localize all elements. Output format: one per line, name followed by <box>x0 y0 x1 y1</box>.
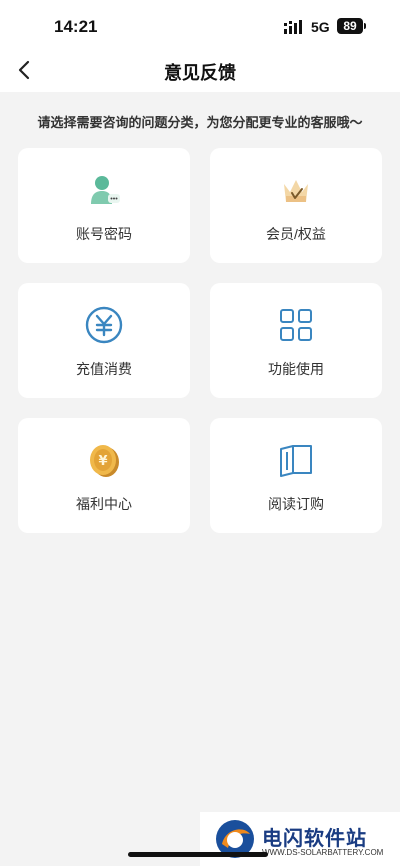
battery-tip <box>364 23 366 29</box>
category-label: 福利中心 <box>76 496 132 512</box>
category-card-recharge[interactable]: 充值消费 <box>18 283 190 398</box>
home-indicator[interactable] <box>128 852 268 857</box>
category-card-account[interactable]: 账号密码 <box>18 148 190 263</box>
status-time: 14:21 <box>54 17 98 36</box>
account-user-icon <box>91 176 120 204</box>
watermark-title: 电闪软件站 <box>262 828 367 850</box>
open-book-icon <box>280 445 312 477</box>
category-label: 账号密码 <box>76 226 132 242</box>
category-card-membership[interactable]: 会员/权益 <box>210 148 382 263</box>
grid-icon <box>280 309 312 341</box>
category-card-features[interactable]: 功能使用 <box>210 283 382 398</box>
crown-icon <box>284 180 308 202</box>
signal-bars-icon <box>284 20 302 34</box>
category-label: 充值消费 <box>76 361 132 377</box>
category-grid: 账号密码 会员/权益 充值消费 功能使用 ¥ 福利中心 阅读订购 <box>18 148 382 533</box>
status-bar: 14:21 5G 89 <box>0 0 400 50</box>
category-card-welfare[interactable]: ¥ 福利中心 <box>18 418 190 533</box>
nav-bar: 意见反馈 <box>0 50 400 92</box>
battery-level: 89 <box>337 18 363 34</box>
category-label: 功能使用 <box>268 361 324 377</box>
page-title: 意见反馈 <box>164 63 236 83</box>
category-label: 会员/权益 <box>266 226 326 242</box>
category-card-reading[interactable]: 阅读订购 <box>210 418 382 533</box>
category-prompt: 请选择需要咨询的问题分类，为您分配更专业的客服哦～ <box>37 115 363 130</box>
yuan-coin-icon <box>85 306 123 344</box>
category-label: 阅读订购 <box>268 496 324 512</box>
watermark-subtitle: WWW.DS-SOLARBATTERY.COM <box>262 848 384 857</box>
gold-coin-icon: ¥ <box>90 445 119 477</box>
network-type: 5G <box>311 19 330 35</box>
svg-text:¥: ¥ <box>98 454 107 469</box>
